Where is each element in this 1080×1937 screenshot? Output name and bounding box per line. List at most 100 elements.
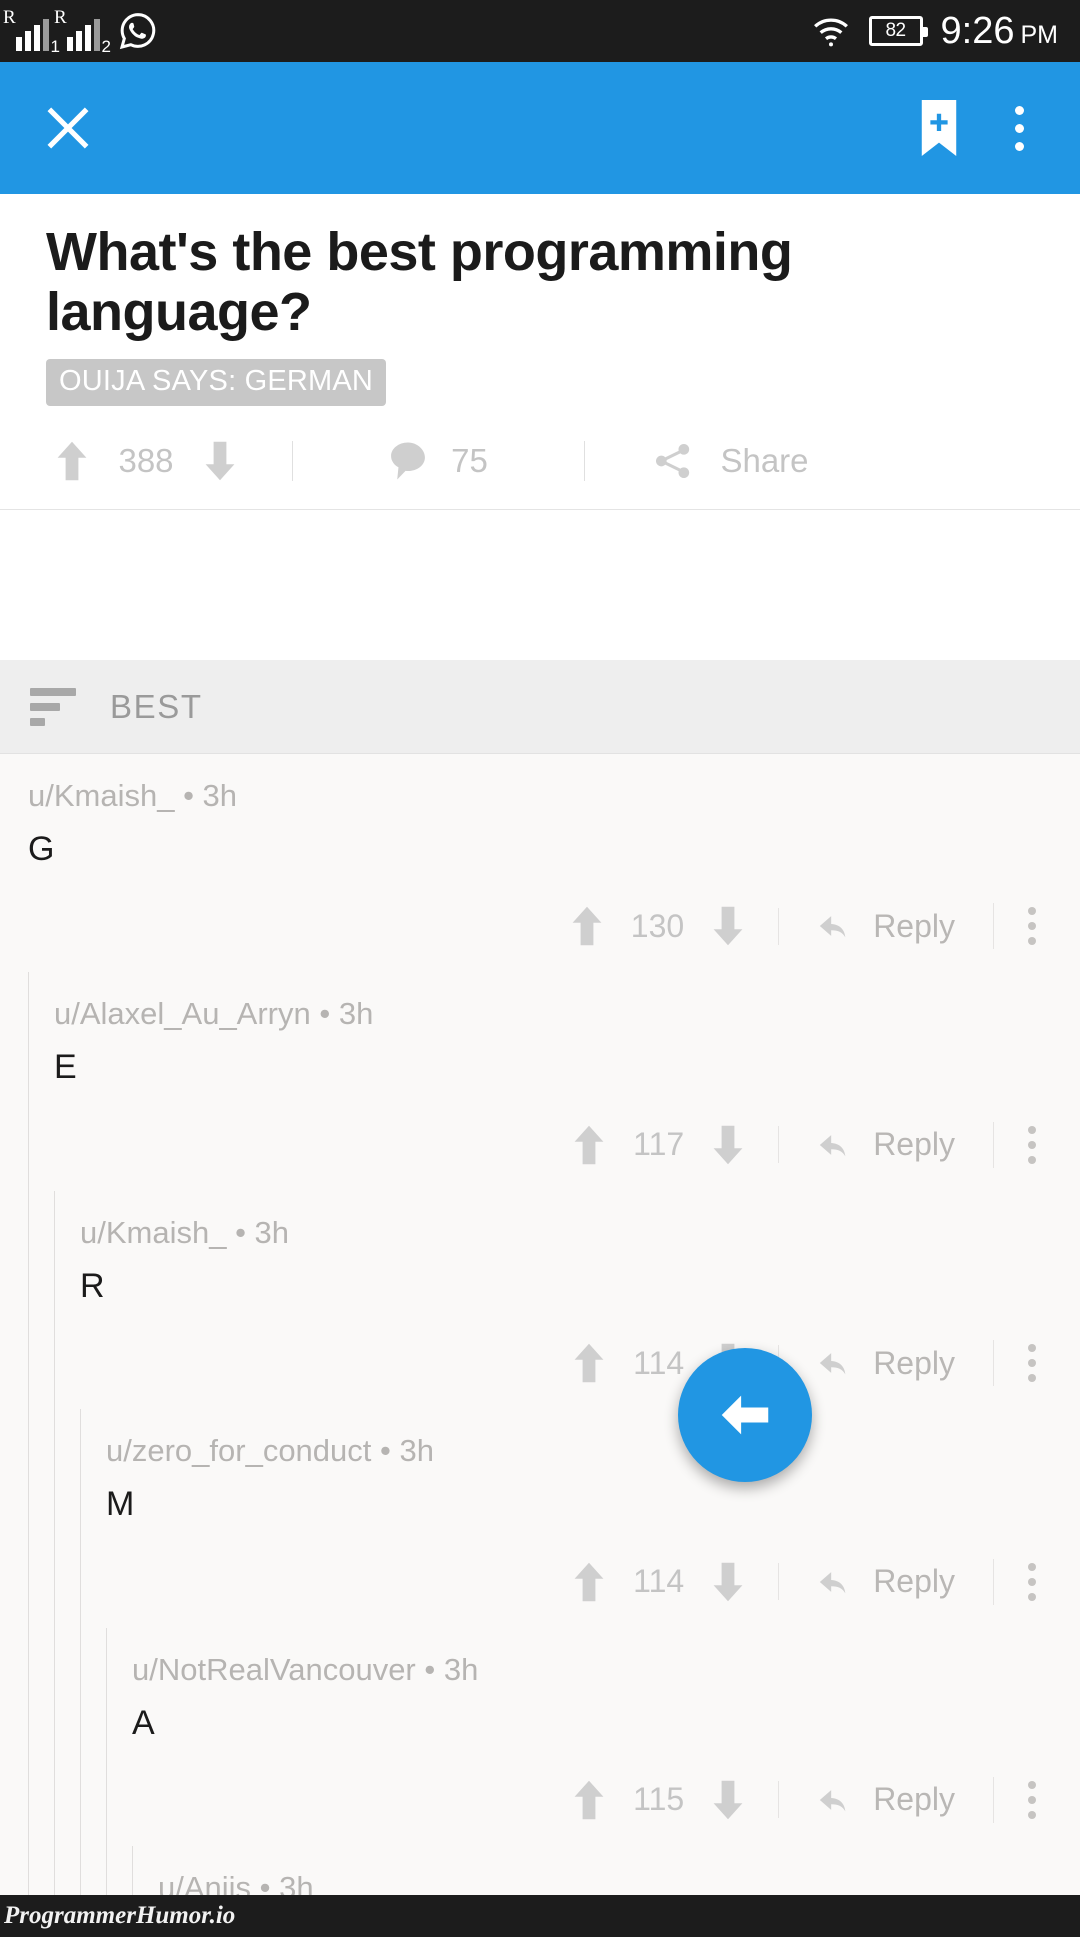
- comment-reply-label: Reply: [873, 907, 955, 944]
- reply-arrow-icon: [820, 1353, 846, 1375]
- sim1-index-label: 1: [50, 37, 60, 56]
- comment-reply-button[interactable]: Reply: [778, 1563, 993, 1601]
- comment-reply-label: Reply: [873, 1126, 955, 1163]
- comment-reply-button[interactable]: Reply: [778, 907, 993, 945]
- comment-reply-button[interactable]: Reply: [778, 1781, 993, 1819]
- reddit-post-screen: R 1 R 2 82 9:26 PM What's the best progr…: [0, 0, 1080, 1937]
- upvote-arrow-icon[interactable]: [571, 906, 603, 946]
- comment-meta: u/Kmaish_ • 3h: [80, 1214, 290, 1250]
- comment-vote-group: 130: [571, 906, 778, 946]
- comment-content: u/NotRealVancouver • 3h A 115 Reply u/Anijs …: [132, 1628, 1080, 1937]
- thread-line: [106, 1627, 107, 1937]
- post-comments-group[interactable]: 75: [292, 441, 584, 482]
- overflow-menu-icon[interactable]: [1005, 100, 1034, 157]
- reply-arrow-icon: [820, 1134, 846, 1157]
- comment-item[interactable]: u/zero_for_conduct • 3h M 114 Reply u/NotRea…: [80, 1409, 1080, 1937]
- comment-action-bar: 114 Reply: [106, 1536, 1080, 1628]
- sort-label: BEST: [110, 687, 203, 725]
- comment-score: 114: [633, 1563, 685, 1600]
- page-title: What's the best programming language?: [46, 222, 793, 343]
- comment-action-bar: 114 Reply: [80, 1317, 1080, 1409]
- back-fab-button[interactable]: [678, 1348, 812, 1482]
- downvote-arrow-icon[interactable]: [712, 1780, 744, 1820]
- comment-reply-button[interactable]: Reply: [778, 1126, 993, 1164]
- comment-content: u/zero_for_conduct • 3h M 114 Reply u/NotRea…: [106, 1409, 1080, 1937]
- whatsapp-icon: [119, 13, 156, 50]
- downvote-arrow-icon[interactable]: [712, 1125, 744, 1165]
- comment-vote-group: 114: [573, 1562, 778, 1602]
- comment-item[interactable]: u/Kmaish_ • 3h G 130 Reply u/Alaxel_Au_Arryn…: [0, 754, 1080, 1937]
- reply-arrow-icon: [820, 1571, 846, 1593]
- comment-list: u/Kmaish_ • 3h G 130 Reply u/Alaxel_Au_Arryn…: [0, 754, 1080, 1937]
- downvote-arrow-icon[interactable]: [712, 1562, 744, 1602]
- comment-sort-bar[interactable]: BEST: [0, 660, 1080, 754]
- comment-bubble-icon: [391, 442, 426, 480]
- comment-vote-group: 117: [573, 1125, 778, 1165]
- battery-level-label: 82: [885, 20, 906, 41]
- comment-body: G: [28, 830, 55, 868]
- comment-action-bar: 115 Reply: [132, 1754, 1080, 1846]
- upvote-arrow-icon[interactable]: [56, 441, 88, 481]
- post-container: What's the best programming language? OU…: [0, 194, 1080, 510]
- watermark-bar: ProgrammerHumor.io: [0, 1895, 1080, 1937]
- comment-action-bar: 130 Reply: [28, 880, 1080, 972]
- downvote-arrow-icon[interactable]: [712, 906, 744, 946]
- post-flair-badge: OUIJA SAYS: GERMAN: [46, 358, 387, 406]
- comment-overflow-menu-icon[interactable]: [993, 1558, 1062, 1605]
- back-arrow-icon: [721, 1395, 769, 1435]
- close-icon[interactable]: [40, 100, 96, 156]
- post-share-label: Share: [720, 442, 809, 480]
- wifi-icon: [813, 18, 848, 47]
- downvote-arrow-icon[interactable]: [204, 441, 236, 481]
- status-bar-clock: 9:26 PM: [941, 10, 1058, 53]
- post-share-button[interactable]: Share: [584, 441, 876, 482]
- reply-arrow-icon: [820, 916, 846, 938]
- comment-body: E: [54, 1048, 77, 1087]
- comment-reply-label: Reply: [873, 1344, 955, 1381]
- bookmark-add-icon[interactable]: [919, 100, 959, 156]
- sim2-signal-icon: R 2: [54, 7, 111, 56]
- comment-reply-button[interactable]: Reply: [778, 1344, 993, 1382]
- comment-score: 130: [630, 907, 685, 944]
- comment-meta: u/Kmaish_ • 3h: [28, 778, 238, 813]
- thread-line: [54, 1190, 55, 1937]
- comment-overflow-menu-icon[interactable]: [993, 1340, 1062, 1387]
- comment-meta: u/Alaxel_Au_Arryn • 3h: [54, 996, 374, 1032]
- upvote-arrow-icon[interactable]: [573, 1125, 605, 1165]
- share-icon: [656, 444, 690, 479]
- comment-meta: u/zero_for_conduct • 3h: [106, 1433, 434, 1469]
- app-bar-actions: [919, 100, 1080, 157]
- comment-item[interactable]: u/Kmaish_ • 3h R 114 Reply u/zero_for_conduc…: [54, 1190, 1080, 1937]
- thread-line: [80, 1409, 81, 1937]
- upvote-arrow-icon[interactable]: [573, 1780, 605, 1820]
- watermark-text: ProgrammerHumor.io: [4, 1902, 236, 1929]
- sim2-index-label: 2: [101, 37, 111, 56]
- post-action-bar: 388 75 Share: [0, 414, 1080, 510]
- post-score: 388: [118, 442, 174, 480]
- app-bar: [0, 62, 1080, 194]
- comment-reply-label: Reply: [873, 1781, 955, 1818]
- comment-item[interactable]: u/NotRealVancouver • 3h A 115 Reply u/Anijs …: [106, 1627, 1080, 1937]
- thread-line: [28, 972, 29, 1937]
- status-bar-right: 82 9:26 PM: [811, 10, 1080, 53]
- comment-content: u/Kmaish_ • 3h R 114 Reply u/zero_for_conduc…: [80, 1191, 1080, 1937]
- comment-body: A: [132, 1703, 155, 1742]
- clock-ampm: PM: [1020, 20, 1059, 49]
- comment-overflow-menu-icon[interactable]: [993, 1121, 1062, 1168]
- upvote-arrow-icon[interactable]: [573, 1343, 605, 1383]
- sim1-roaming-label: R: [3, 7, 16, 28]
- comment-overflow-menu-icon[interactable]: [993, 1776, 1062, 1823]
- comment-body: R: [80, 1266, 105, 1305]
- post-vote-group: 388: [0, 441, 292, 481]
- battery-icon: 82: [868, 16, 928, 46]
- comment-meta: u/NotRealVancouver • 3h: [132, 1651, 479, 1687]
- upvote-arrow-icon[interactable]: [573, 1562, 605, 1602]
- comment-overflow-menu-icon[interactable]: [993, 903, 1062, 950]
- comment-score: 114: [633, 1344, 685, 1381]
- comment-action-bar: 117 Reply: [54, 1099, 1080, 1191]
- reply-arrow-icon: [820, 1790, 846, 1812]
- status-bar-left: R 1 R 2: [0, 7, 158, 56]
- comment-content: u/Kmaish_ • 3h G 130 Reply u/Alaxel_Au_Arryn…: [28, 754, 1080, 1937]
- comment-item[interactable]: u/Alaxel_Au_Arryn • 3h E 117 Reply u/Kmaish_…: [28, 972, 1080, 1937]
- sim1-signal-icon: R 1: [3, 7, 60, 56]
